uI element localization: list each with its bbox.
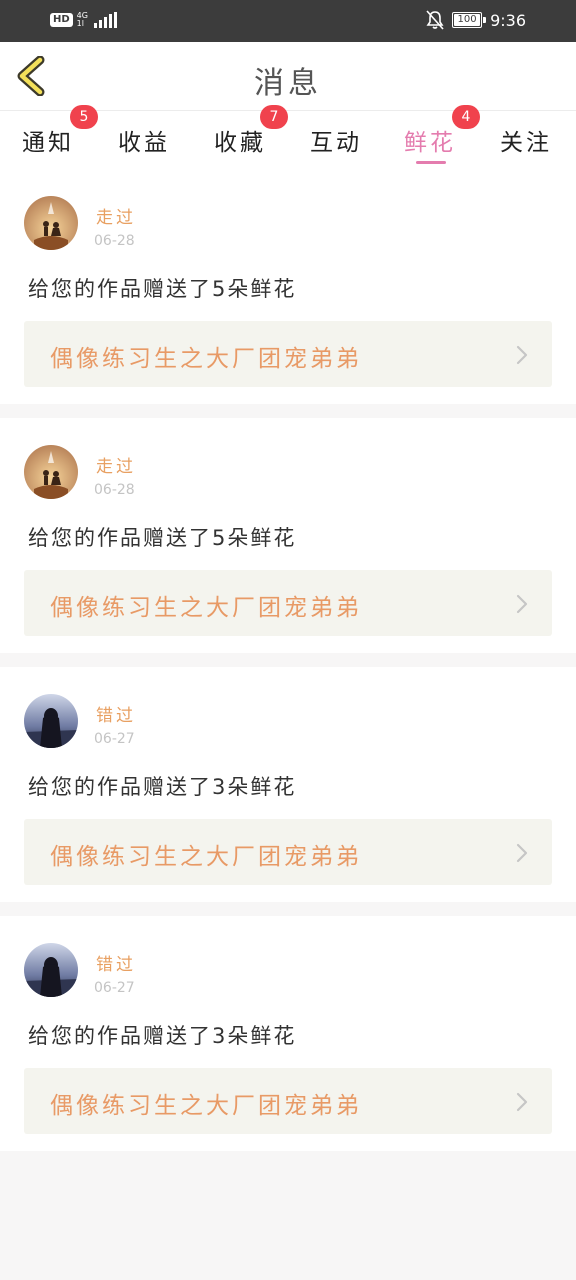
battery-icon: 100 xyxy=(452,12,487,28)
chevron-right-icon xyxy=(516,843,528,863)
status-left: HD 4G 1l xyxy=(50,12,117,28)
list-item: 走过 06-28 给您的作品赠送了5朵鲜花 偶像练习生之大厂团宠弟弟 xyxy=(0,169,576,404)
girl-back-silhouette-icon xyxy=(24,694,78,748)
tab-earnings[interactable]: 收益 xyxy=(104,123,184,157)
list-item: 走过 06-28 给您的作品赠送了5朵鲜花 偶像练习生之大厂团宠弟弟 xyxy=(0,418,576,653)
tab-favorites[interactable]: 收藏 7 xyxy=(200,105,288,157)
avatar[interactable] xyxy=(24,943,78,997)
clock: 9:36 xyxy=(490,10,526,30)
couple-silhouette-icon xyxy=(24,196,78,250)
username[interactable]: 错过 xyxy=(96,950,136,975)
list-item: 错过 06-27 给您的作品赠送了3朵鲜花 偶像练习生之大厂团宠弟弟 xyxy=(0,667,576,902)
work-title: 偶像练习生之大厂团宠弟弟 xyxy=(50,844,362,870)
timestamp: 06-27 xyxy=(94,731,135,747)
timestamp: 06-28 xyxy=(94,482,135,498)
network-indicator: 4G 1l xyxy=(77,12,88,28)
active-tab-indicator xyxy=(416,161,446,164)
network-sub: 1l xyxy=(76,19,84,28)
work-link[interactable]: 偶像练习生之大厂团宠弟弟 xyxy=(24,1068,552,1134)
hd-indicator: HD xyxy=(50,13,73,27)
message-text: 给您的作品赠送了3朵鲜花 xyxy=(28,775,297,799)
work-link[interactable]: 偶像练习生之大厂团宠弟弟 xyxy=(24,819,552,885)
status-bar: HD 4G 1l 100 9:36 xyxy=(0,0,576,42)
tab-interactions[interactable]: 互动 xyxy=(296,123,376,157)
tab-flowers[interactable]: 鲜花 4 xyxy=(390,105,480,164)
list-item: 错过 06-27 给您的作品赠送了3朵鲜花 偶像练习生之大厂团宠弟弟 xyxy=(0,916,576,1151)
battery-level: 100 xyxy=(457,14,477,25)
tab-label: 互动 xyxy=(310,130,362,156)
page-title: 消息 xyxy=(254,66,322,101)
tab-bar: 通知 5 收益 收藏 7 互动 鲜花 4 关注 xyxy=(0,105,576,169)
chevron-right-icon xyxy=(516,594,528,614)
tab-label: 关注 xyxy=(500,130,552,156)
message-text: 给您的作品赠送了3朵鲜花 xyxy=(28,1024,297,1048)
girl-back-silhouette-icon xyxy=(24,943,78,997)
header: 消息 xyxy=(0,42,576,111)
tab-following[interactable]: 关注 xyxy=(486,123,566,157)
avatar[interactable] xyxy=(24,196,78,250)
signal-icon xyxy=(93,12,117,28)
work-title: 偶像练习生之大厂团宠弟弟 xyxy=(50,1093,362,1119)
message-text: 给您的作品赠送了5朵鲜花 xyxy=(28,277,297,301)
chevron-right-icon xyxy=(516,345,528,365)
message-list: 走过 06-28 给您的作品赠送了5朵鲜花 偶像练习生之大厂团宠弟弟 走过 06… xyxy=(0,169,576,1165)
work-link[interactable]: 偶像练习生之大厂团宠弟弟 xyxy=(24,321,552,387)
message-text: 给您的作品赠送了5朵鲜花 xyxy=(28,526,297,550)
timestamp: 06-28 xyxy=(94,233,135,249)
unread-badge: 4 xyxy=(452,105,480,129)
unread-badge: 5 xyxy=(70,105,98,129)
avatar[interactable] xyxy=(24,445,78,499)
tab-notifications[interactable]: 通知 5 xyxy=(8,105,98,157)
tab-label: 收益 xyxy=(118,130,170,156)
couple-silhouette-icon xyxy=(24,445,78,499)
work-title: 偶像练习生之大厂团宠弟弟 xyxy=(50,595,362,621)
avatar[interactable] xyxy=(24,694,78,748)
work-link[interactable]: 偶像练习生之大厂团宠弟弟 xyxy=(24,570,552,636)
username[interactable]: 错过 xyxy=(96,701,136,726)
username[interactable]: 走过 xyxy=(96,452,136,477)
tab-label: 收藏 xyxy=(214,130,266,156)
timestamp: 06-27 xyxy=(94,980,135,996)
tab-label: 通知 xyxy=(22,130,74,156)
unread-badge: 7 xyxy=(260,105,288,129)
chevron-right-icon xyxy=(516,1092,528,1112)
work-title: 偶像练习生之大厂团宠弟弟 xyxy=(50,346,362,372)
bell-off-icon xyxy=(426,10,444,30)
username[interactable]: 走过 xyxy=(96,203,136,228)
status-right: 100 9:36 xyxy=(426,10,526,30)
tab-label: 鲜花 xyxy=(404,130,456,156)
